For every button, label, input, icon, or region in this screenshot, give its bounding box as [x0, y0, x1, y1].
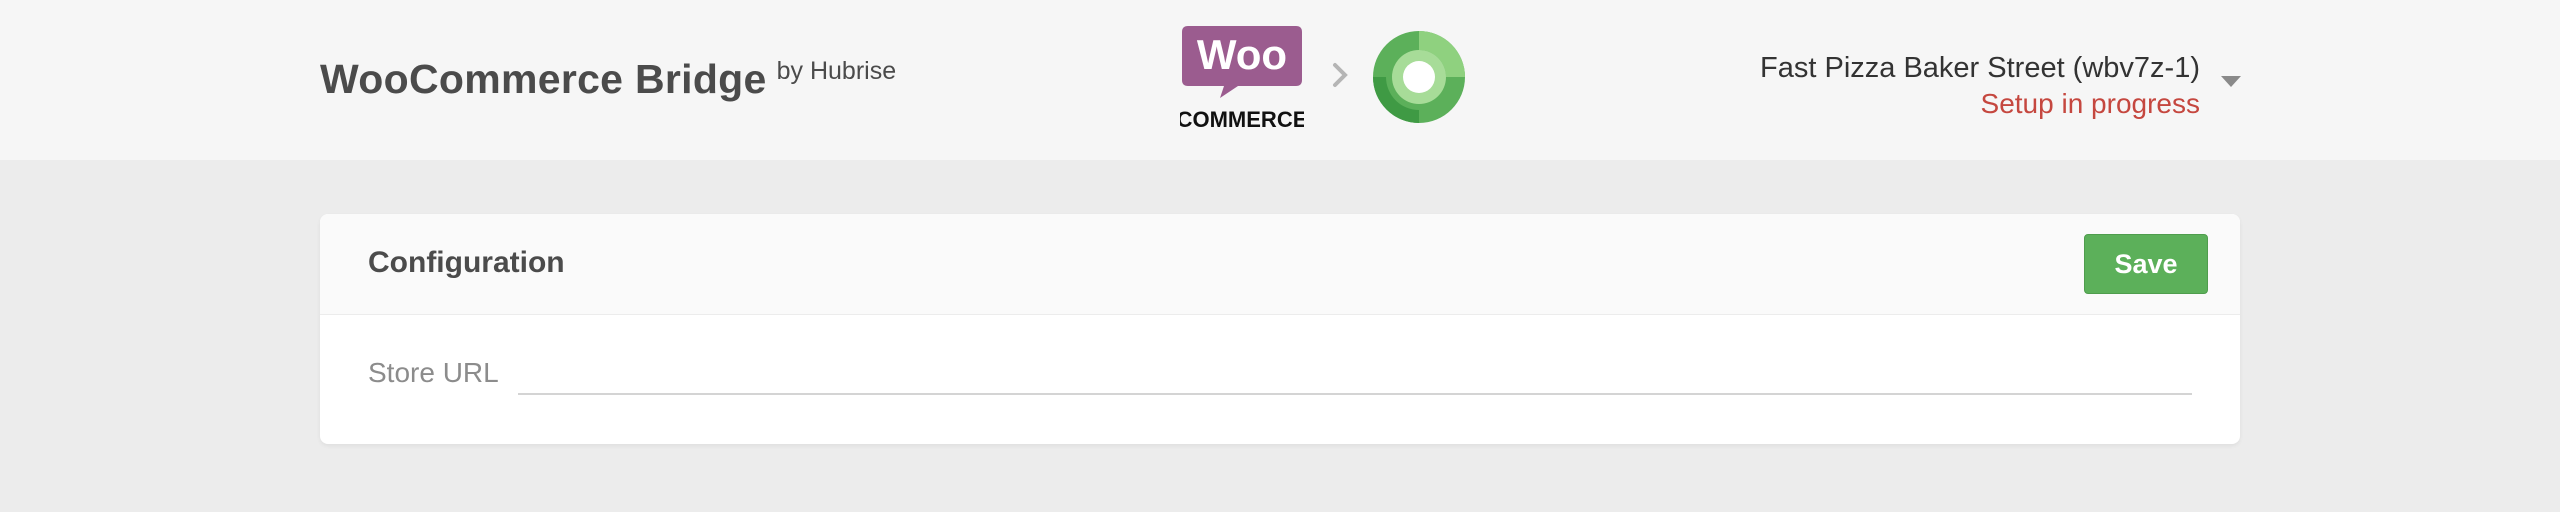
- woocommerce-logo-icon: Woo COMMERCE: [1180, 26, 1304, 132]
- setup-status: Setup in progress: [1980, 88, 2200, 119]
- store-url-row: Store URL: [320, 315, 2240, 443]
- app-title: WooCommerce Bridge: [320, 56, 767, 102]
- configuration-header: Configuration Save: [320, 214, 2240, 315]
- app-byline: by Hubrise: [776, 57, 897, 85]
- chevron-right-icon: [1333, 63, 1348, 87]
- top-bar: WooCommerce Bridge by Hubrise Woo COMMER…: [0, 0, 2560, 160]
- store-url-input[interactable]: [518, 345, 2192, 395]
- configuration-card: Configuration Save Store URL: [320, 214, 2240, 444]
- integration-logos: Woo COMMERCE: [1180, 24, 1480, 134]
- hubrise-logo-icon: [1373, 31, 1465, 123]
- account-selector[interactable]: Fast Pizza Baker Street (wbv7z-1) Setup …: [1760, 50, 2200, 122]
- commerce-logo-text: COMMERCE: [1180, 107, 1304, 132]
- brand: WooCommerce Bridge by Hubrise: [320, 56, 896, 103]
- woo-logo-text: Woo: [1197, 31, 1287, 78]
- configuration-title: Configuration: [368, 246, 565, 279]
- account-name: Fast Pizza Baker Street (wbv7z-1): [1760, 52, 2200, 84]
- save-button[interactable]: Save: [2084, 234, 2208, 294]
- chevron-down-icon[interactable]: [2221, 76, 2241, 87]
- store-url-label: Store URL: [368, 357, 499, 388]
